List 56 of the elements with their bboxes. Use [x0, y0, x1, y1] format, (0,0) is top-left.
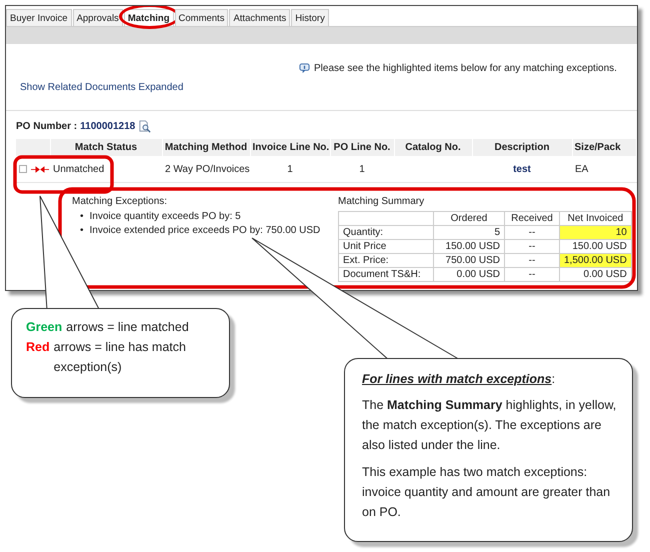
notice-text: Please see the highlighted items below for any matching exceptions.: [314, 63, 617, 74]
table-cell: 1: [330, 156, 394, 182]
note-paragraph: The Matching Summary highlights, in yellow, the match exception(s). The exceptions are also listed under the line.: [362, 397, 618, 454]
legend-text: arrows = line has match exception(s): [54, 339, 187, 376]
table-cell: 150.00 USD: [434, 240, 504, 254]
table-cell: 0.00 USD: [434, 268, 504, 282]
column-header: Invoice Line No.: [250, 139, 330, 156]
row-label: Unit Price: [338, 240, 434, 254]
column-header: Matching Method: [162, 139, 250, 156]
comment-icon: [299, 63, 310, 74]
bullet: •: [80, 224, 84, 238]
description-link[interactable]: test: [513, 164, 531, 174]
tab[interactable]: History: [291, 9, 329, 26]
legend-key: Red: [26, 337, 50, 377]
column-header: Received: [504, 212, 560, 226]
exception-item: Invoice extended price exceeds PO by: 750.00 USD: [90, 224, 320, 238]
table-cell: --: [504, 268, 560, 282]
column-header: Description: [472, 139, 572, 156]
table-cell: Unmatched: [50, 156, 162, 182]
column-header: Match Status: [50, 139, 162, 156]
exceptions-title: Matching Exceptions:: [72, 196, 168, 207]
table-cell: --: [504, 240, 560, 254]
column-header: Ordered: [434, 212, 504, 226]
exception-item: Invoice quantity exceeds PO by: 5: [90, 210, 241, 224]
column-header: Size/Pack: [572, 139, 636, 156]
table-cell: 1: [250, 156, 330, 182]
tab[interactable]: Attachments: [229, 9, 290, 26]
row-label: Document TS&H:: [338, 268, 434, 282]
tab[interactable]: Matching: [124, 9, 174, 26]
table-cell: 10: [560, 226, 632, 240]
summary-title: Matching Summary: [338, 196, 426, 207]
column-header: Net Invoiced: [560, 212, 632, 226]
tab[interactable]: Comments: [174, 9, 228, 26]
legend-text: arrows = line matched: [66, 319, 190, 336]
legend-key: Green: [26, 317, 62, 337]
related-documents-link[interactable]: Show Related Documents Expanded: [20, 82, 184, 93]
table-cell: 1,500.00 USD: [560, 254, 632, 268]
table-cell: 5: [434, 226, 504, 240]
po-number-label: PO Number :: [16, 121, 78, 132]
document-search-icon[interactable]: [138, 120, 152, 133]
tab[interactable]: Buyer Invoice: [6, 9, 72, 26]
row-label: Quantity:: [338, 226, 434, 240]
po-number-link[interactable]: 1100001218: [80, 121, 136, 132]
table-cell: 750.00 USD: [434, 254, 504, 268]
column-header: PO Line No.: [330, 139, 394, 156]
table-cell: 0.00 USD: [560, 268, 632, 282]
row-label: Ext. Price:: [338, 254, 434, 268]
note-paragraph: This example has two match exceptions: invoice quantity and amount are greater than on PO.: [362, 464, 612, 521]
table-cell: --: [504, 254, 560, 268]
table-cell: 2 Way PO/Invoices: [162, 156, 250, 182]
bullet: •: [80, 210, 84, 224]
note-heading: For lines with match exceptions:: [362, 371, 556, 388]
table-cell: EA: [572, 156, 636, 182]
column-header: Catalog No.: [394, 139, 472, 156]
table-cell: --: [504, 226, 560, 240]
tab[interactable]: Approvals: [72, 9, 123, 26]
